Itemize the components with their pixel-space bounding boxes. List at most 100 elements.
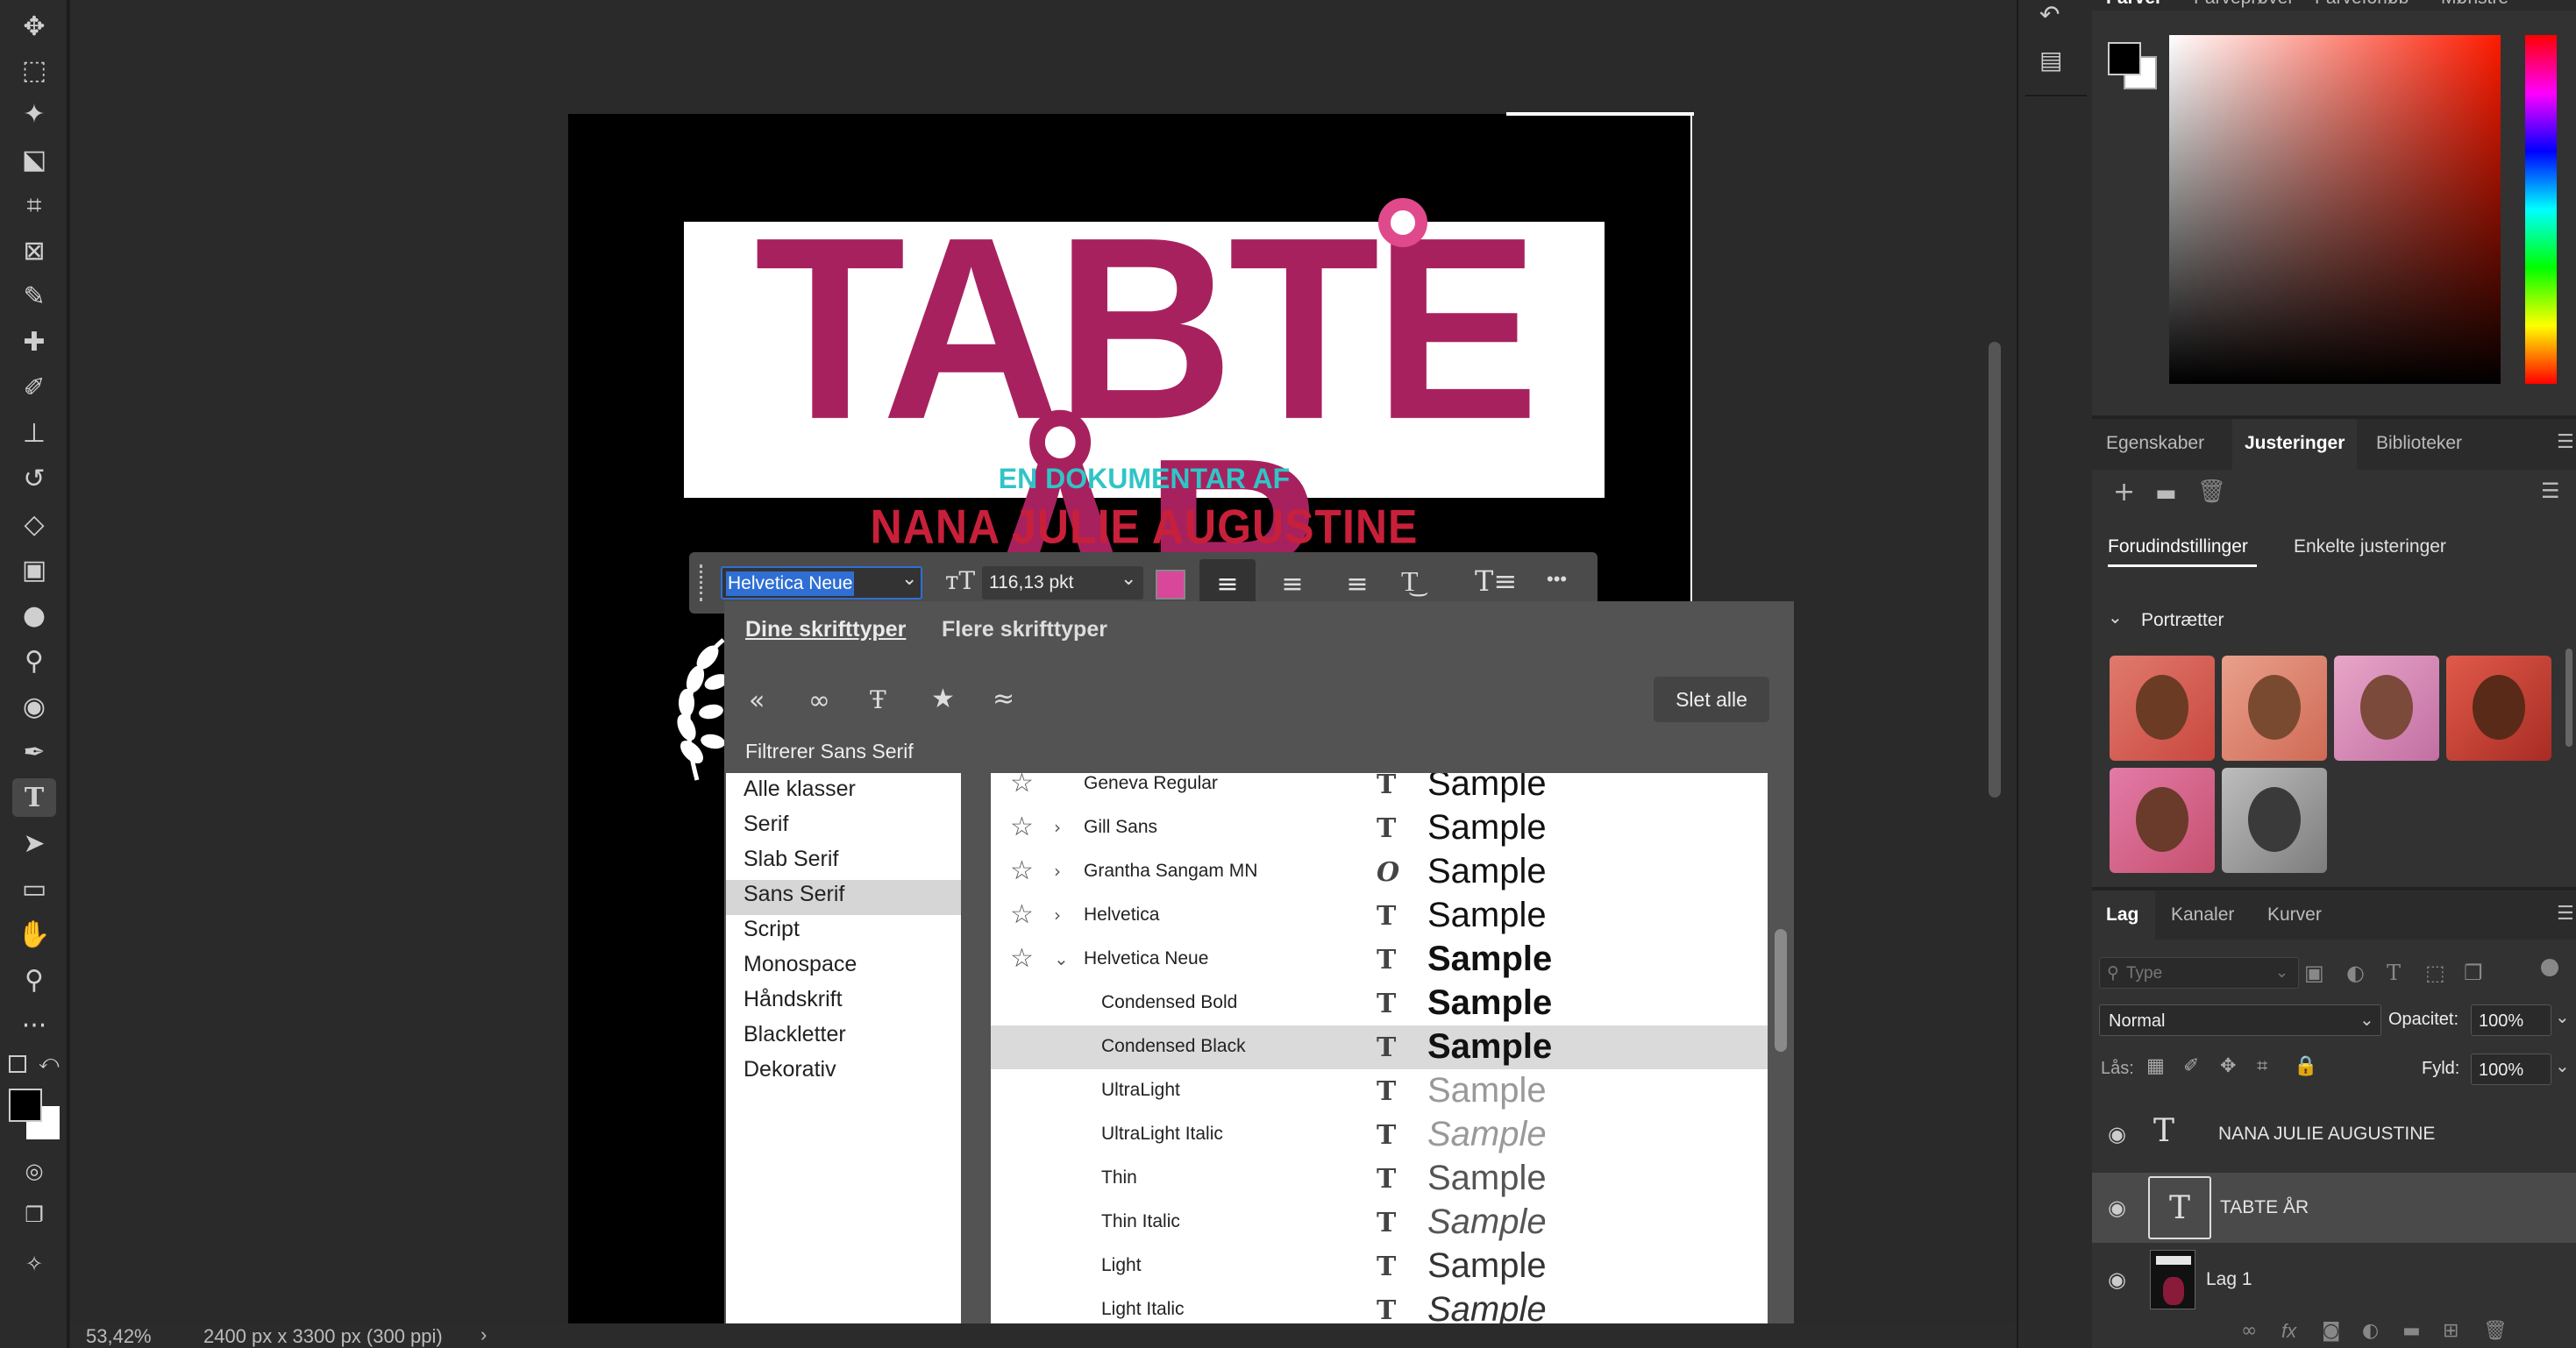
- class-item[interactable]: Serif: [744, 812, 788, 837]
- lock-paint-icon[interactable]: ✐: [2183, 1055, 2199, 1077]
- layer-name[interactable]: TABTE ÅR: [2220, 1197, 2309, 1218]
- hue-slider[interactable]: [2525, 35, 2557, 384]
- rectangle-tool-icon[interactable]: ▭: [12, 869, 56, 908]
- font-name[interactable]: Light Italic: [1101, 1299, 1185, 1320]
- font-row[interactable]: UltraLight Italic T Sample: [991, 1113, 1768, 1157]
- zoom-tool-icon[interactable]: ⚲: [12, 961, 56, 999]
- font-row[interactable]: ☆ › Helvetica T Sample: [991, 894, 1768, 938]
- expand-chevron-icon[interactable]: ⌄: [1054, 948, 1069, 969]
- favorite-star-icon[interactable]: ☆: [1010, 943, 1034, 974]
- zoom-dodge-icon[interactable]: ◉: [12, 687, 56, 726]
- canvas-scrollbar[interactable]: [1989, 342, 2001, 798]
- font-name[interactable]: Helvetica Neue: [1084, 948, 1208, 969]
- expand-chevron-icon[interactable]: ›: [1054, 861, 1061, 882]
- eraser-tool-icon[interactable]: ◇: [12, 505, 56, 543]
- clear-all-button[interactable]: Slet alle: [1654, 677, 1769, 722]
- tab-properties[interactable]: Egenskaber: [2106, 433, 2204, 454]
- class-item-selected[interactable]: Sans Serif: [744, 882, 844, 907]
- new-layer-icon[interactable]: ⊞: [2443, 1320, 2459, 1342]
- font-row[interactable]: ☆ Geneva Regular T Sample: [991, 773, 1768, 806]
- preset-thumbnail[interactable]: [2110, 656, 2215, 761]
- healing-tool-icon[interactable]: ✚: [12, 323, 56, 361]
- fill-field[interactable]: 100%: [2471, 1054, 2551, 1085]
- stamp-tool-icon[interactable]: ⊥: [12, 414, 56, 452]
- object-select-tool-icon[interactable]: ✦: [12, 95, 56, 133]
- font-name[interactable]: Grantha Sangam MN: [1084, 861, 1257, 882]
- layer-row-selected[interactable]: ◉ T TABTE ÅR: [2092, 1173, 2576, 1243]
- tab-gradients[interactable]: Farveforløb: [2315, 0, 2409, 9]
- layer-filter-field[interactable]: ⚲ Type ⌄: [2099, 957, 2299, 989]
- filter-smart-icon[interactable]: ❐: [2464, 961, 2483, 985]
- poster-director[interactable]: NANA JULIE AUGUSTINE: [684, 499, 1605, 555]
- more-tools-icon[interactable]: ···: [12, 1006, 56, 1045]
- panel-foreground-swatch[interactable]: [2108, 42, 2141, 75]
- warp-text-icon[interactable]: T͜: [1401, 564, 1419, 598]
- character-panel-icon[interactable]: T≡: [1475, 564, 1517, 598]
- history-brush-tool-icon[interactable]: ↺: [12, 459, 56, 498]
- visibility-eye-icon[interactable]: ◉: [2108, 1195, 2126, 1220]
- font-name[interactable]: Light: [1101, 1255, 1142, 1276]
- font-row[interactable]: Thin Italic T Sample: [991, 1201, 1768, 1245]
- font-similar-icon[interactable]: Ŧ: [870, 685, 886, 714]
- favorite-star-icon[interactable]: ☆: [1010, 812, 1034, 842]
- folder-icon[interactable]: ▬: [2155, 480, 2177, 507]
- class-item[interactable]: Slab Serif: [744, 847, 838, 872]
- font-family-value[interactable]: Helvetica Neue: [726, 571, 855, 596]
- font-row[interactable]: UltraLight T Sample: [991, 1069, 1768, 1113]
- font-row[interactable]: Thin T Sample: [991, 1157, 1768, 1201]
- crop-tool-icon[interactable]: ⌗: [12, 186, 56, 224]
- fill-chevron-icon[interactable]: ⌄: [2555, 1055, 2570, 1076]
- font-size-field[interactable]: 116,13 pkt ⌄: [982, 566, 1143, 600]
- font-family-chevron-icon[interactable]: ⌄: [901, 568, 917, 590]
- collapse-icon[interactable]: «: [749, 685, 765, 716]
- filter-chevron-icon[interactable]: ⌄: [2275, 963, 2288, 982]
- brush-tool-icon[interactable]: ✐: [12, 368, 56, 407]
- foreground-color-swatch[interactable]: [9, 1089, 42, 1122]
- lock-artboard-icon[interactable]: ⌗: [2257, 1055, 2267, 1077]
- quick-select-tool-icon[interactable]: ⬕: [12, 140, 56, 179]
- font-name[interactable]: Condensed Bold: [1101, 992, 1237, 1013]
- poster-title[interactable]: TABTE ÅR: [684, 198, 1605, 678]
- poster-subtitle[interactable]: EN DOKUMENTAR AF: [684, 463, 1605, 495]
- tab-adjustments[interactable]: Justeringer: [2245, 433, 2345, 454]
- layer-name[interactable]: NANA JULIE AUGUSTINE: [2218, 1124, 2435, 1145]
- pen-tool-icon[interactable]: ✒: [12, 733, 56, 771]
- tab-libraries[interactable]: Biblioteker: [2376, 433, 2462, 454]
- font-size-chevron-icon[interactable]: ⌄: [1121, 568, 1136, 590]
- tab-channels[interactable]: Kanaler: [2171, 905, 2234, 926]
- blend-mode-select[interactable]: Normal ⌄: [2099, 1004, 2381, 1036]
- class-item[interactable]: Monospace: [744, 952, 857, 977]
- class-item[interactable]: Script: [744, 917, 800, 942]
- opacity-value[interactable]: 100%: [2479, 1011, 2523, 1032]
- tab-patterns[interactable]: Mønstre: [2441, 0, 2508, 9]
- tab-presets[interactable]: Forudindstillinger: [2108, 536, 2248, 557]
- preset-thumbnail[interactable]: [2110, 768, 2215, 873]
- font-size-value[interactable]: 116,13 pkt: [989, 572, 1074, 593]
- font-family-field[interactable]: Helvetica Neue: [721, 566, 922, 600]
- filter-image-icon[interactable]: ▣: [2304, 961, 2324, 985]
- preset-thumbnail[interactable]: [2446, 656, 2551, 761]
- group-folder-icon[interactable]: ▬: [2402, 1320, 2421, 1342]
- font-row[interactable]: ☆ › Gill Sans T Sample: [991, 806, 1768, 850]
- hand-tool-icon[interactable]: ✋: [12, 915, 56, 954]
- favorite-star-icon[interactable]: ☆: [1010, 855, 1034, 886]
- lock-pixels-icon[interactable]: ▦: [2146, 1055, 2165, 1077]
- visibility-eye-icon[interactable]: ◉: [2108, 1267, 2126, 1292]
- font-name[interactable]: UltraLight Italic: [1101, 1124, 1223, 1145]
- tab-single-adjustments[interactable]: Enkelte justeringer: [2294, 536, 2446, 557]
- font-name[interactable]: Thin Italic: [1101, 1211, 1180, 1232]
- opacity-chevron-icon[interactable]: ⌄: [2555, 1006, 2570, 1027]
- opacity-field[interactable]: 100%: [2471, 1004, 2551, 1036]
- blend-mode-value[interactable]: Normal: [2109, 1011, 2165, 1032]
- class-item[interactable]: Blackletter: [744, 1022, 846, 1047]
- layer-row[interactable]: ◉ T NANA JULIE AUGUSTINE: [2092, 1099, 2576, 1169]
- color-picker-field[interactable]: [2169, 35, 2501, 384]
- blend-chevron-icon[interactable]: ⌄: [2359, 1009, 2374, 1030]
- preset-thumbnail[interactable]: [2334, 656, 2439, 761]
- filter-toggle-icon[interactable]: [2541, 959, 2558, 976]
- section-chevron-icon[interactable]: ⌄: [2108, 607, 2123, 628]
- link-layers-icon[interactable]: ∞: [2241, 1320, 2257, 1342]
- status-arrow-icon[interactable]: ›: [480, 1323, 487, 1346]
- font-name[interactable]: Thin: [1101, 1167, 1137, 1188]
- comments-icon[interactable]: ▤: [2039, 46, 2062, 74]
